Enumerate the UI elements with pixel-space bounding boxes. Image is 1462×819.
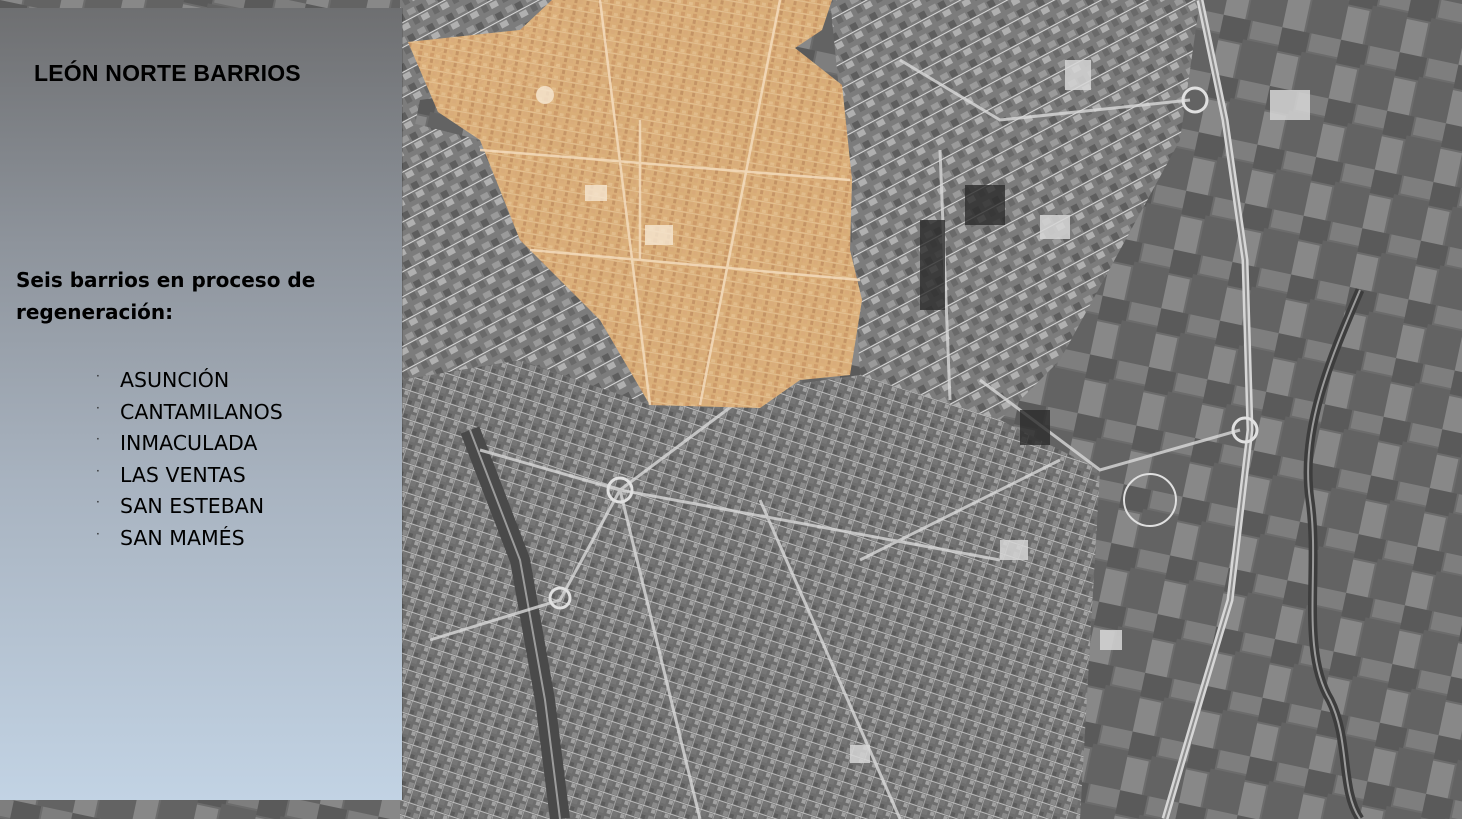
list-item: · CANTAMILANOS <box>96 397 283 429</box>
slide: LEÓN NORTE BARRIOS Seis barrios en proce… <box>0 0 1462 819</box>
page-title: LEÓN NORTE BARRIOS <box>34 60 301 86</box>
barrio-label: LAS VENTAS <box>120 462 246 487</box>
barrio-list: · ASUNCIÓN · CANTAMILANOS · INMACULADA ·… <box>96 365 283 555</box>
bullet-icon: · <box>96 369 100 383</box>
bullet-icon: · <box>96 463 100 478</box>
list-item: · SAN MAMÉS <box>96 523 283 555</box>
bullet-icon: · <box>96 400 100 415</box>
subtitle: Seis barrios en proceso de regeneración: <box>16 268 316 324</box>
barrio-label: SAN MAMÉS <box>120 525 245 550</box>
bullet-icon: · <box>96 432 100 447</box>
bullet-icon: · <box>96 495 100 510</box>
barrio-label: INMACULADA <box>120 431 258 456</box>
barrio-label: CANTAMILANOS <box>120 399 283 424</box>
barrio-label: SAN ESTEBAN <box>120 494 265 519</box>
list-item: · SAN ESTEBAN <box>96 491 283 523</box>
bullet-icon: · <box>96 526 100 541</box>
list-item: · LAS VENTAS <box>96 460 283 492</box>
info-panel: LEÓN NORTE BARRIOS Seis barrios en proce… <box>0 8 402 800</box>
list-item: · ASUNCIÓN <box>96 365 283 397</box>
list-item: · INMACULADA <box>96 428 283 460</box>
barrio-label: ASUNCIÓN <box>120 368 230 392</box>
